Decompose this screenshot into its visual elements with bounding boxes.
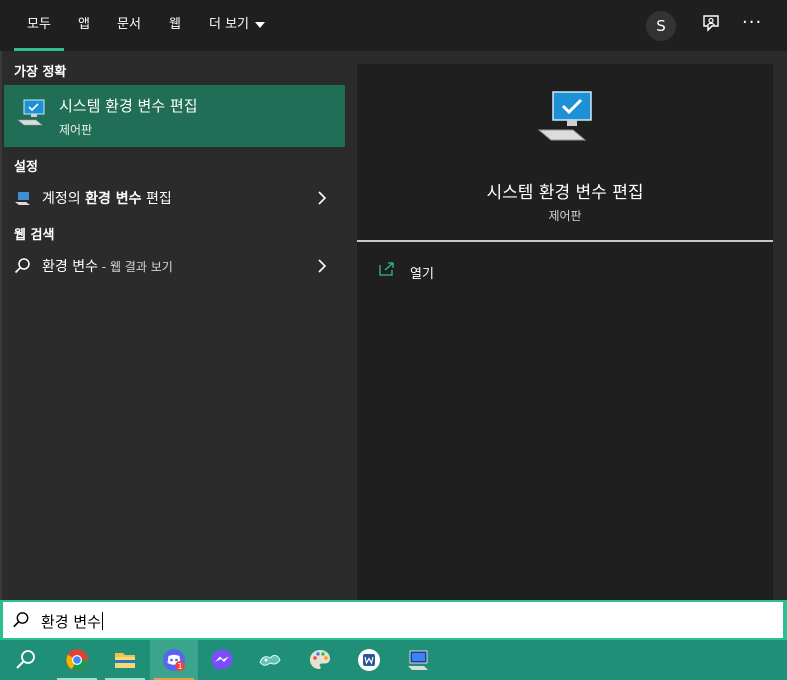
settings-result-prefix: 계정의 [42, 191, 86, 207]
best-match-item[interactable]: 시스템 환경 변수 편집 제어판 [4, 85, 347, 147]
preview-panel: 시스템 환경 변수 편집 제어판 열기 [345, 51, 787, 601]
paint-icon [310, 650, 330, 669]
search-icon [16, 650, 35, 669]
taskbar-messenger[interactable] [198, 640, 246, 680]
discord-icon: 1 [163, 649, 185, 671]
search-input-value: 환경 변수 [41, 611, 103, 632]
search-icon [14, 258, 30, 274]
chevron-right-icon[interactable] [317, 259, 327, 273]
web-result-text: 환경 변수 - 웹 결과 보기 [42, 256, 173, 276]
tab-more-label: 더 보기 [209, 17, 250, 32]
taskbar: 1 [0, 640, 787, 680]
search-filter-bar: 모두 앱 문서 웹 더 보기 S ··· [0, 0, 787, 51]
taskbar-chrome[interactable] [53, 640, 101, 680]
preview-subtitle: 제어판 [548, 209, 582, 223]
web-search-label: 웹 검색 [14, 228, 55, 243]
laptop-icon [15, 192, 30, 205]
open-action[interactable]: 열기 [379, 260, 579, 284]
system-icon [408, 650, 428, 670]
monitor-settings-icon [537, 91, 592, 141]
results-panel: 가장 정확 시스템 환경 변수 편집 제어판 설정 계정의 환경 변수 편집 웹… [0, 51, 347, 601]
preview-card: 시스템 환경 변수 편집 제어판 열기 [357, 64, 773, 601]
feedback-icon[interactable] [701, 14, 721, 34]
settings-result-item[interactable]: 계정의 환경 변수 편집 [4, 182, 347, 214]
chrome-icon [66, 649, 88, 671]
taskbar-paint[interactable] [296, 640, 344, 680]
search-bar: 환경 변수 [0, 600, 787, 640]
taskbar-file-explorer[interactable] [101, 640, 149, 680]
settings-result-text: 계정의 환경 변수 편집 [42, 188, 172, 208]
messenger-icon [211, 649, 233, 671]
text-cursor [101, 612, 103, 630]
search-icon [13, 612, 29, 628]
search-query: 환경 변수 [41, 613, 101, 631]
settings-label: 설정 [14, 160, 38, 175]
best-match-label: 가장 정확 [14, 65, 67, 80]
tab-web[interactable]: 웹 [169, 0, 181, 51]
preview-title: 시스템 환경 변수 편집 [486, 183, 644, 203]
best-match-title: 시스템 환경 변수 편집 [59, 97, 198, 115]
tab-all[interactable]: 모두 [14, 0, 64, 51]
tab-documents[interactable]: 문서 [117, 0, 141, 51]
taskbar-search-button[interactable] [2, 640, 50, 680]
settings-result-suffix: 편집 [141, 191, 172, 207]
open-external-icon [379, 262, 394, 276]
discord-badge-count: 1 [177, 662, 182, 671]
best-match-subtitle: 제어판 [59, 123, 93, 137]
web-result-query: 환경 변수 [42, 259, 98, 275]
avatar[interactable]: S [646, 11, 676, 41]
taskbar-app[interactable] [246, 640, 294, 680]
settings-result-bold: 환경 변수 [85, 191, 142, 207]
web-result-suffix: - 웹 결과 보기 [97, 260, 173, 274]
web-result-item[interactable]: 환경 변수 - 웹 결과 보기 [4, 250, 347, 282]
tab-more[interactable]: 더 보기 [209, 0, 266, 51]
file-explorer-icon [115, 653, 135, 668]
tab-apps[interactable]: 앱 [78, 0, 90, 51]
open-label: 열기 [410, 267, 434, 282]
search-input[interactable]: 환경 변수 [3, 602, 783, 638]
word-icon [358, 649, 380, 671]
divider [357, 240, 773, 242]
caret-down-icon [255, 21, 266, 28]
taskbar-word[interactable] [345, 640, 393, 680]
taskbar-system-properties[interactable] [394, 640, 442, 680]
app-icon [259, 654, 281, 666]
chevron-right-icon[interactable] [317, 191, 327, 205]
more-options-icon[interactable]: ··· [742, 12, 762, 34]
monitor-settings-icon [17, 99, 45, 126]
taskbar-discord[interactable]: 1 [150, 640, 198, 680]
